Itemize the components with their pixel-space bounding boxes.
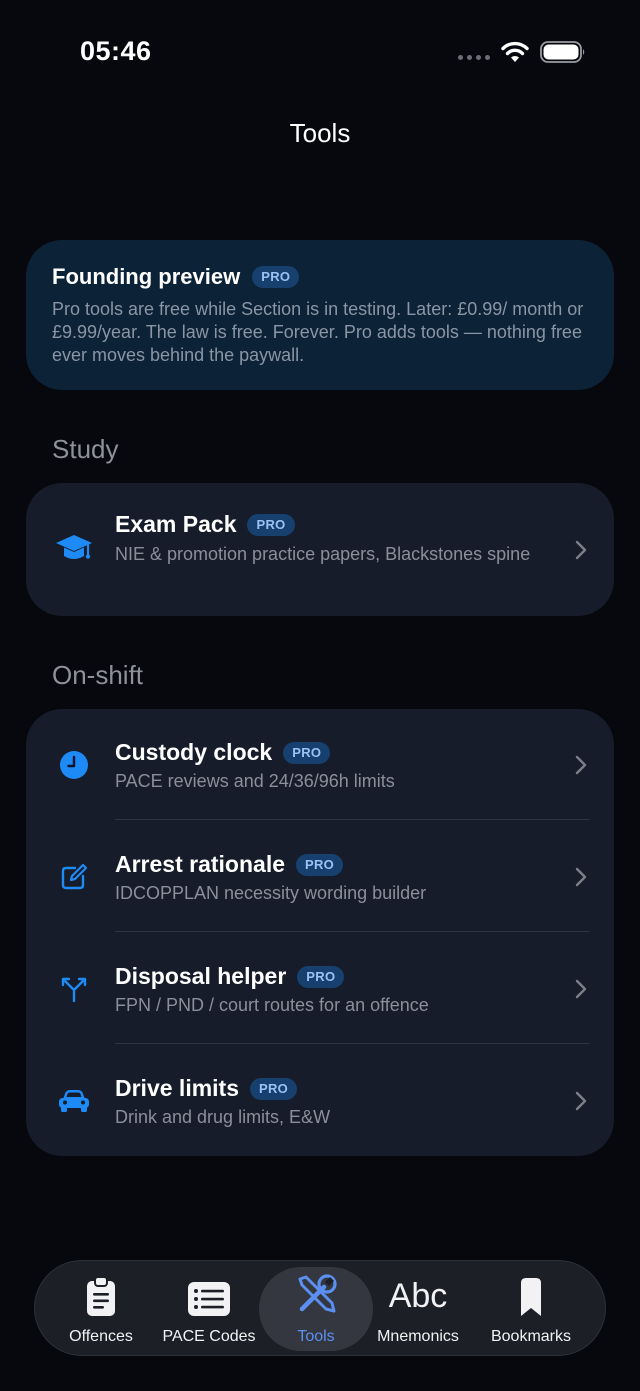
section-header-on-shift: On-shift xyxy=(52,660,144,690)
car-icon xyxy=(54,1081,94,1121)
tab-label: Tools xyxy=(297,1328,335,1345)
row-subtitle: FPN / PND / court routes for an offence xyxy=(115,995,429,1015)
tab-label: Offences xyxy=(69,1328,133,1345)
tab-offences[interactable]: Offences xyxy=(53,1261,149,1357)
chevron-right-icon xyxy=(575,755,587,775)
cellular-signal-icon xyxy=(458,55,490,60)
list-item-disposal-helper[interactable]: Disposal helper PRO FPN / PND / court ro… xyxy=(26,933,614,1044)
battery-icon xyxy=(540,41,585,63)
tab-mnemonics[interactable]: Abc Mnemonics xyxy=(369,1261,467,1357)
divider xyxy=(115,1043,590,1044)
pro-badge: PRO xyxy=(247,513,295,536)
divider xyxy=(115,819,590,820)
on-shift-list-card: Custody clock PRO PACE reviews and 24/36… xyxy=(26,709,614,1156)
page-title: Tools xyxy=(289,118,351,148)
list-item-drive-limits[interactable]: Drive limits PRO Drink and drug limits, … xyxy=(26,1045,614,1156)
row-title: Custody clock xyxy=(115,739,273,765)
row-subtitle: NIE & promotion practice papers, Blackst… xyxy=(115,544,531,564)
study-list-card: Exam Pack PRO NIE & promotion practice p… xyxy=(26,483,614,616)
pro-badge: PRO xyxy=(296,853,344,876)
row-title: Arrest rationale xyxy=(115,851,286,877)
section-header-study: Study xyxy=(52,434,119,464)
pro-badge: PRO xyxy=(252,266,300,288)
row-title: Exam Pack xyxy=(115,511,237,537)
row-title: Drive limits xyxy=(115,1075,239,1101)
preview-description: Pro tools are free while Section is in t… xyxy=(52,299,584,365)
clipboard-icon xyxy=(85,1267,117,1317)
chevron-right-icon xyxy=(575,979,587,999)
status-time: 05:46 xyxy=(80,36,152,66)
pro-badge: PRO xyxy=(250,1077,298,1100)
row-title: Disposal helper xyxy=(115,963,287,989)
list-item-arrest-rationale[interactable]: Arrest rationale PRO IDCOPPLAN necessity… xyxy=(26,821,614,932)
branch-arrows-icon xyxy=(54,969,94,1009)
pro-badge: PRO xyxy=(297,965,345,988)
wifi-icon xyxy=(501,41,529,62)
row-subtitle: Drink and drug limits, E&W xyxy=(115,1107,331,1127)
tools-icon xyxy=(294,1267,338,1317)
pro-badge: PRO xyxy=(283,741,331,764)
abc-text-icon: Abc xyxy=(389,1267,448,1317)
chevron-right-icon xyxy=(575,540,587,560)
clock-icon xyxy=(54,745,94,785)
bookmark-icon xyxy=(518,1267,544,1317)
status-bar: 05:46 xyxy=(0,0,640,100)
chevron-right-icon xyxy=(575,867,587,887)
founding-preview-card: Founding preview PRO Pro tools are free … xyxy=(26,240,614,390)
divider xyxy=(115,931,590,932)
list-item-custody-clock[interactable]: Custody clock PRO PACE reviews and 24/36… xyxy=(26,709,614,820)
row-subtitle: IDCOPPLAN necessity wording builder xyxy=(115,883,427,903)
edit-square-icon xyxy=(54,857,94,897)
tab-bookmarks[interactable]: Bookmarks xyxy=(481,1261,581,1357)
tab-label: PACE Codes xyxy=(162,1328,256,1345)
list-icon xyxy=(187,1267,231,1317)
chevron-right-icon xyxy=(575,1091,587,1111)
abc-glyph: Abc xyxy=(388,1277,448,1315)
tab-label: Bookmarks xyxy=(490,1328,572,1345)
tab-bar: Offences PACE Codes Tools Abc Mnemonics … xyxy=(34,1260,606,1356)
tab-pace-codes[interactable]: PACE Codes xyxy=(157,1261,261,1357)
list-item-exam-pack[interactable]: Exam Pack PRO NIE & promotion practice p… xyxy=(26,483,614,616)
tab-tools[interactable]: Tools xyxy=(269,1261,363,1357)
row-subtitle: PACE reviews and 24/36/96h limits xyxy=(115,771,395,791)
tab-label: Mnemonics xyxy=(377,1328,459,1345)
preview-title: Founding preview xyxy=(52,264,241,289)
graduation-cap-icon xyxy=(54,529,94,569)
